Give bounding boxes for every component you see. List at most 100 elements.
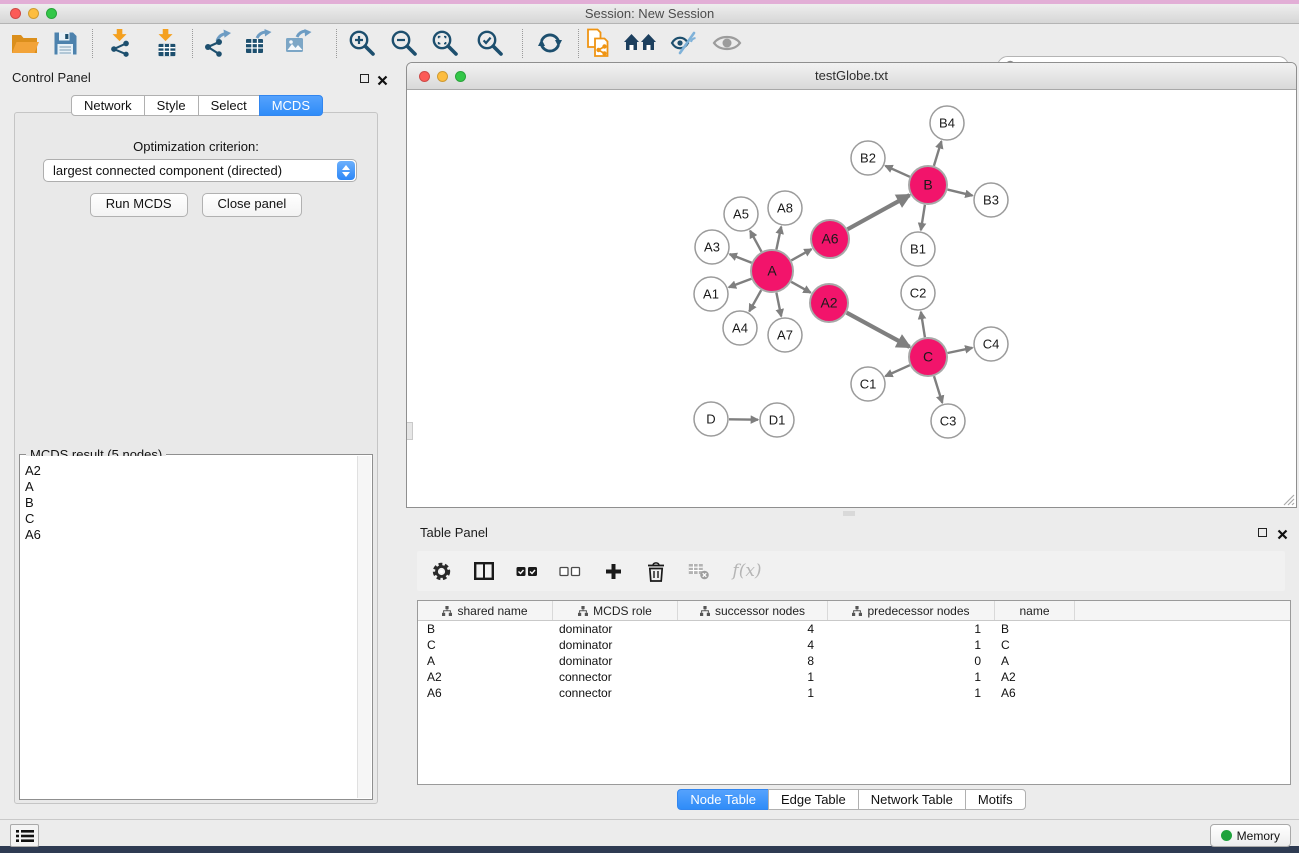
cell-name[interactable]: A6 — [995, 685, 1075, 701]
tab-node-table[interactable]: Node Table — [677, 789, 769, 810]
table-row[interactable]: Bdominator41B — [418, 621, 1290, 637]
graph-edge-A-A4[interactable] — [749, 290, 761, 311]
zoom-selected-button[interactable] — [471, 26, 509, 60]
table-panel-float-button[interactable] — [1258, 528, 1267, 537]
select-all-button[interactable] — [515, 557, 539, 585]
tab-motifs[interactable]: Motifs — [965, 789, 1026, 810]
cell-predecessor-nodes[interactable]: 1 — [828, 685, 995, 701]
home-view-button[interactable] — [621, 26, 659, 60]
mcds-result-item[interactable]: A2 — [25, 463, 358, 479]
show-column-button[interactable] — [472, 557, 496, 585]
mcds-result-item[interactable]: A6 — [25, 527, 358, 543]
tab-mcds[interactable]: MCDS — [259, 95, 323, 116]
table-options-button[interactable] — [429, 557, 453, 585]
cell-successor-nodes[interactable]: 1 — [678, 685, 828, 701]
graph-edge-A-A8[interactable] — [776, 227, 781, 250]
open-session-button[interactable] — [6, 26, 44, 60]
export-table-button[interactable] — [239, 26, 277, 60]
control-panel-close-button[interactable] — [377, 73, 388, 91]
apply-function-button[interactable]: f(x) — [730, 557, 764, 585]
import-network-button[interactable] — [101, 26, 139, 60]
refresh-view-button[interactable] — [531, 26, 569, 60]
delete-table-button[interactable] — [687, 557, 711, 585]
graph-edge-B-B1[interactable] — [921, 205, 925, 230]
tab-style[interactable]: Style — [144, 95, 199, 116]
graph-edge-A-A2[interactable] — [791, 282, 811, 293]
column-header-successor-nodes[interactable]: successor nodes — [678, 601, 828, 620]
mcds-result-item[interactable]: A — [25, 479, 358, 495]
table-panel-close-button[interactable] — [1277, 527, 1288, 545]
table-row[interactable]: A6connector11A6 — [418, 685, 1290, 701]
cell-shared-name[interactable]: A — [418, 653, 553, 669]
zoom-fit-button[interactable] — [426, 26, 464, 60]
cell-predecessor-nodes[interactable]: 1 — [828, 637, 995, 653]
table-row[interactable]: Cdominator41C — [418, 637, 1290, 653]
cell-predecessor-nodes[interactable]: 0 — [828, 653, 995, 669]
graph-edge-A-A1[interactable] — [729, 279, 752, 288]
cell-mcds-role[interactable]: connector — [553, 685, 678, 701]
cell-mcds-role[interactable]: dominator — [553, 637, 678, 653]
cell-name[interactable]: B — [995, 621, 1075, 637]
column-header-predecessor-nodes[interactable]: predecessor nodes — [828, 601, 995, 620]
node-table[interactable]: shared nameMCDS rolesuccessor nodesprede… — [417, 600, 1291, 785]
cell-mcds-role[interactable]: dominator — [553, 653, 678, 669]
cell-name[interactable]: A — [995, 653, 1075, 669]
table-row[interactable]: Adominator80A — [418, 653, 1290, 669]
cell-successor-nodes[interactable]: 4 — [678, 621, 828, 637]
result-list-scrollbar[interactable] — [357, 456, 371, 798]
deselect-all-button[interactable] — [558, 557, 582, 585]
cell-name[interactable]: A2 — [995, 669, 1075, 685]
graph-edge-C-C4[interactable] — [948, 348, 973, 353]
cell-name[interactable]: C — [995, 637, 1075, 653]
mcds-result-item[interactable]: C — [25, 511, 358, 527]
save-session-button[interactable] — [46, 26, 84, 60]
delete-row-button[interactable] — [644, 557, 668, 585]
graph-edge-C-C3[interactable] — [934, 376, 942, 403]
graph-edge-B-B3[interactable] — [948, 190, 973, 196]
run-mcds-button[interactable]: Run MCDS — [90, 193, 188, 217]
task-history-button[interactable] — [10, 824, 39, 847]
cell-mcds-role[interactable]: dominator — [553, 621, 678, 637]
graph-edge-C-C2[interactable] — [921, 312, 925, 337]
zoom-in-button[interactable] — [343, 26, 381, 60]
resize-grip-icon[interactable] — [1282, 493, 1295, 506]
add-row-button[interactable] — [601, 557, 625, 585]
graph-edge-A-A3[interactable] — [730, 254, 752, 263]
cell-shared-name[interactable]: A2 — [418, 669, 553, 685]
graph-edge-A2-C[interactable] — [847, 313, 910, 347]
column-header-name[interactable]: name — [995, 601, 1075, 620]
cell-shared-name[interactable]: A6 — [418, 685, 553, 701]
duplicate-network-button[interactable] — [579, 26, 617, 60]
import-table-button[interactable] — [147, 26, 185, 60]
cell-shared-name[interactable]: C — [418, 637, 553, 653]
column-header-shared-name[interactable]: shared name — [418, 601, 553, 620]
cell-successor-nodes[interactable]: 1 — [678, 669, 828, 685]
graph-edge-B-B4[interactable] — [934, 141, 942, 166]
tab-select[interactable]: Select — [198, 95, 260, 116]
show-hidden-button[interactable] — [708, 26, 746, 60]
graph-edge-C-C1[interactable] — [885, 365, 910, 376]
tab-network[interactable]: Network — [71, 95, 145, 116]
zoom-out-button[interactable] — [385, 26, 423, 60]
export-network-button[interactable] — [198, 26, 236, 60]
mcds-result-item[interactable]: B — [25, 495, 358, 511]
hide-selected-button[interactable] — [665, 26, 703, 60]
cell-shared-name[interactable]: B — [418, 621, 553, 637]
cell-predecessor-nodes[interactable]: 1 — [828, 621, 995, 637]
tab-network-table[interactable]: Network Table — [858, 789, 966, 810]
cell-successor-nodes[interactable]: 4 — [678, 637, 828, 653]
cell-mcds-role[interactable]: connector — [553, 669, 678, 685]
export-image-button[interactable] — [279, 26, 317, 60]
close-panel-button[interactable]: Close panel — [202, 193, 303, 217]
control-panel-float-button[interactable] — [360, 74, 369, 83]
tab-edge-table[interactable]: Edge Table — [768, 789, 859, 810]
graph-edge-B-B2[interactable] — [885, 166, 910, 177]
column-header-mcds-role[interactable]: MCDS role — [553, 601, 678, 620]
graph-edge-A-A7[interactable] — [776, 293, 781, 317]
cell-successor-nodes[interactable]: 8 — [678, 653, 828, 669]
network-canvas[interactable]: B4B2BB3A8A5A6A3B1AA1C2A2A4A7C4CC1C3DD1 — [407, 90, 1296, 507]
memory-button[interactable]: Memory — [1210, 824, 1291, 847]
graph-edge-A-A6[interactable] — [791, 249, 811, 260]
table-row[interactable]: A2connector11A2 — [418, 669, 1290, 685]
criterion-select[interactable]: largest connected component (directed) — [43, 159, 357, 182]
